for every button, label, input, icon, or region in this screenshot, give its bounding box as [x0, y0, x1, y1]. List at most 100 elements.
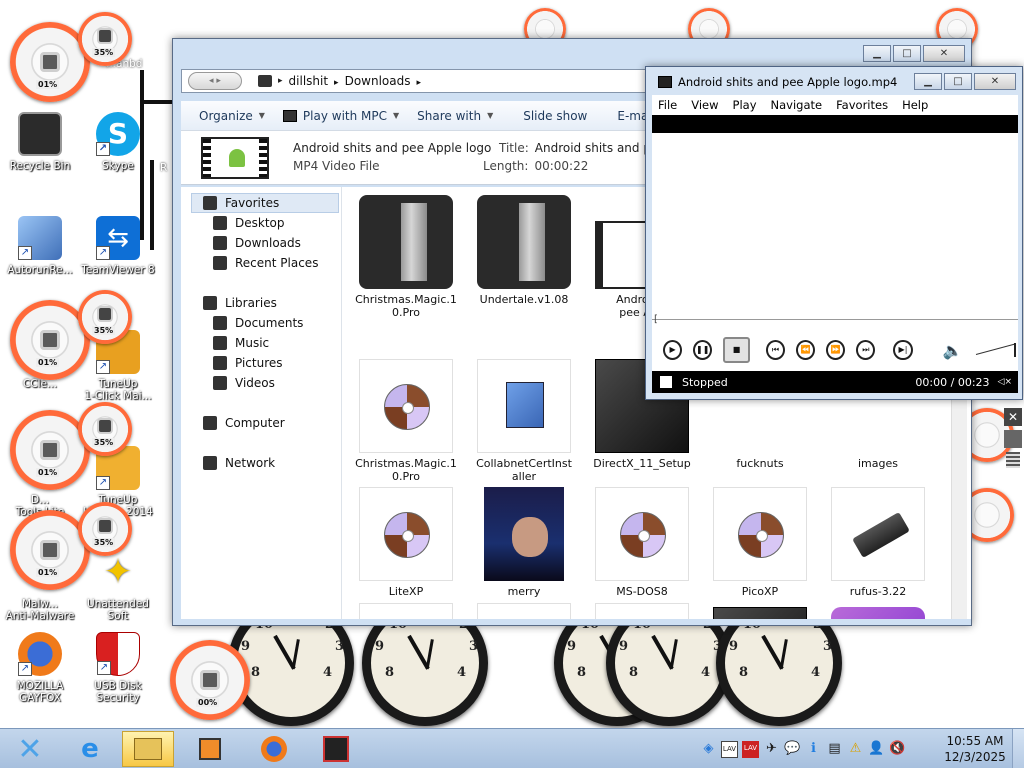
media-player-icon: [199, 738, 221, 760]
close-button[interactable]: ✕: [923, 45, 965, 62]
breadcrumb-item[interactable]: Downloads: [345, 74, 411, 88]
nav-libraries[interactable]: Libraries: [203, 296, 277, 310]
file-item[interactable]: [350, 603, 462, 619]
menu-favorites[interactable]: Favorites: [836, 98, 888, 112]
status-bar: Stopped 00:00 / 00:23 ◁×: [652, 371, 1018, 393]
desktop-icon-unattended[interactable]: ✦ Unattended Soft: [80, 550, 156, 622]
desktop-icon-autorun[interactable]: ↗ AutorunRe...: [2, 216, 78, 276]
nav-network[interactable]: Network: [203, 456, 275, 470]
maximize-button[interactable]: □: [893, 45, 921, 62]
file-item[interactable]: [822, 607, 934, 619]
maximize-button[interactable]: □: [944, 73, 972, 90]
file-item[interactable]: LiteXP: [350, 487, 462, 598]
tray-volume-muted-icon[interactable]: 🔇: [889, 741, 906, 758]
close-button[interactable]: ✕: [974, 73, 1016, 90]
tray-teamviewer-icon[interactable]: ✈: [763, 741, 780, 758]
documents-icon: [213, 316, 227, 330]
minimize-button[interactable]: ▁: [863, 45, 891, 62]
rewind-button[interactable]: ⏪: [796, 340, 816, 360]
audio-status-icon[interactable]: ◁×: [998, 377, 1012, 387]
seek-marker[interactable]: [: [654, 314, 658, 325]
volume-slider[interactable]: [976, 343, 1018, 357]
desktop-icon-firefox[interactable]: ↗ MOZILLA GAYFOX: [2, 632, 78, 704]
file-item[interactable]: [468, 603, 580, 619]
taskbar-explorer[interactable]: [122, 731, 174, 767]
show-desktop-button[interactable]: [1012, 729, 1024, 768]
nav-desktop[interactable]: Desktop: [213, 216, 285, 230]
gadget-resize-icon[interactable]: [1004, 430, 1022, 448]
breadcrumb-item[interactable]: dillshit: [289, 74, 329, 88]
previous-button[interactable]: ⏮: [765, 340, 786, 360]
pause-button[interactable]: ❚❚: [693, 340, 713, 360]
menu-file[interactable]: File: [658, 98, 677, 112]
file-item[interactable]: MS-DOS8: [586, 487, 698, 598]
nav-documents[interactable]: Documents: [213, 316, 303, 330]
breadcrumb-separator-icon[interactable]: ▸: [278, 76, 283, 86]
slide-show-button[interactable]: Slide show: [523, 109, 587, 123]
minimize-button[interactable]: ▁: [914, 73, 942, 90]
play-button[interactable]: ▶: [663, 340, 683, 360]
menu-play[interactable]: Play: [733, 98, 757, 112]
libraries-icon: [203, 296, 217, 310]
title-label: Title:: [499, 141, 529, 155]
nav-favorites[interactable]: Favorites: [203, 196, 279, 210]
taskbar-media-player[interactable]: [184, 731, 236, 767]
tray-info-icon[interactable]: ℹ: [805, 741, 822, 758]
tray-user-icon[interactable]: 👤: [868, 741, 885, 758]
file-item[interactable]: Christmas.Magic.1 0.Pro: [350, 359, 462, 483]
taskbar-mpc[interactable]: [310, 731, 362, 767]
visual-studio-icon: [831, 607, 925, 619]
video-area[interactable]: [652, 115, 1018, 133]
organize-menu[interactable]: Organize ▼: [199, 109, 265, 123]
back-forward-buttons[interactable]: ◂ ▸: [188, 72, 242, 90]
nav-recent-places[interactable]: Recent Places: [213, 256, 318, 270]
desktop-icon-teamviewer[interactable]: ⇆ ↗ TeamViewer 8: [80, 216, 156, 276]
tray-device-icon[interactable]: ▤: [826, 741, 843, 758]
file-item[interactable]: CollabnetCertInst aller: [468, 359, 580, 483]
next-button[interactable]: ⏭: [856, 340, 876, 360]
desktop-icon-skype[interactable]: S ↗ Skype: [80, 112, 156, 172]
explorer-title-buttons: ▁ □ ✕: [861, 45, 965, 62]
file-item[interactable]: [704, 607, 816, 619]
nav-computer[interactable]: Computer: [203, 416, 285, 430]
tray-chat-icon[interactable]: 💬: [784, 741, 801, 758]
file-item[interactable]: PicoXP: [704, 487, 816, 598]
disc-image-icon: [359, 359, 453, 453]
taskbar-internet-explorer[interactable]: e: [64, 731, 116, 767]
file-item[interactable]: merry: [468, 487, 580, 598]
play-with-mpc-button[interactable]: Play with MPC ▼: [282, 109, 399, 123]
fast-forward-button[interactable]: ⏩: [826, 340, 846, 360]
gadget-drag-handle[interactable]: [1006, 452, 1020, 468]
share-with-menu[interactable]: Share with ▼: [417, 109, 493, 123]
tray-lav-video-icon[interactable]: LAV: [742, 741, 759, 758]
file-item[interactable]: Christmas.Magic.1 0.Pro: [350, 195, 462, 319]
file-item[interactable]: [586, 603, 698, 619]
tray-lav-audio-icon[interactable]: LAV: [721, 741, 738, 758]
file-item[interactable]: Undertale.v1.08: [468, 195, 580, 306]
desktop-icon-usb-security[interactable]: ↗ USB Disk Security: [80, 632, 156, 704]
media-player-window[interactable]: Android shits and pee Apple logo.mp4 ▁ □…: [645, 66, 1023, 400]
email-button[interactable]: E-ma: [617, 109, 648, 123]
nav-music[interactable]: Music: [213, 336, 269, 350]
seek-bar[interactable]: [: [652, 314, 1018, 327]
address-bar[interactable]: ◂ ▸ ▸ dillshit ▸ Downloads ▸: [181, 69, 647, 93]
chevron-down-icon: ▼: [487, 111, 494, 120]
nav-downloads[interactable]: Downloads: [213, 236, 301, 250]
file-item[interactable]: rufus-3.22: [822, 487, 934, 598]
desktop-icon-partial[interactable]: R: [160, 162, 167, 174]
nav-videos[interactable]: Videos: [213, 376, 275, 390]
stop-button[interactable]: ■: [723, 337, 750, 363]
desktop-icon-recycle-bin[interactable]: Recycle Bin: [2, 112, 78, 172]
nav-pictures[interactable]: Pictures: [213, 356, 283, 370]
tray-warning-icon[interactable]: ⚠: [847, 741, 864, 758]
volume-icon[interactable]: 🔈: [943, 341, 963, 360]
menu-help[interactable]: Help: [902, 98, 928, 112]
frame-step-button[interactable]: ▶|: [893, 340, 913, 360]
gadget-close-button[interactable]: ✕: [1004, 408, 1022, 426]
tray-network-icon[interactable]: ◈: [700, 741, 717, 758]
menu-view[interactable]: View: [691, 98, 718, 112]
taskbar-firefox[interactable]: [248, 731, 300, 767]
taskbar-clock[interactable]: 10:55 AM 12/3/2025: [940, 733, 1010, 765]
start-button[interactable]: ✕: [4, 731, 56, 767]
menu-navigate[interactable]: Navigate: [771, 98, 823, 112]
